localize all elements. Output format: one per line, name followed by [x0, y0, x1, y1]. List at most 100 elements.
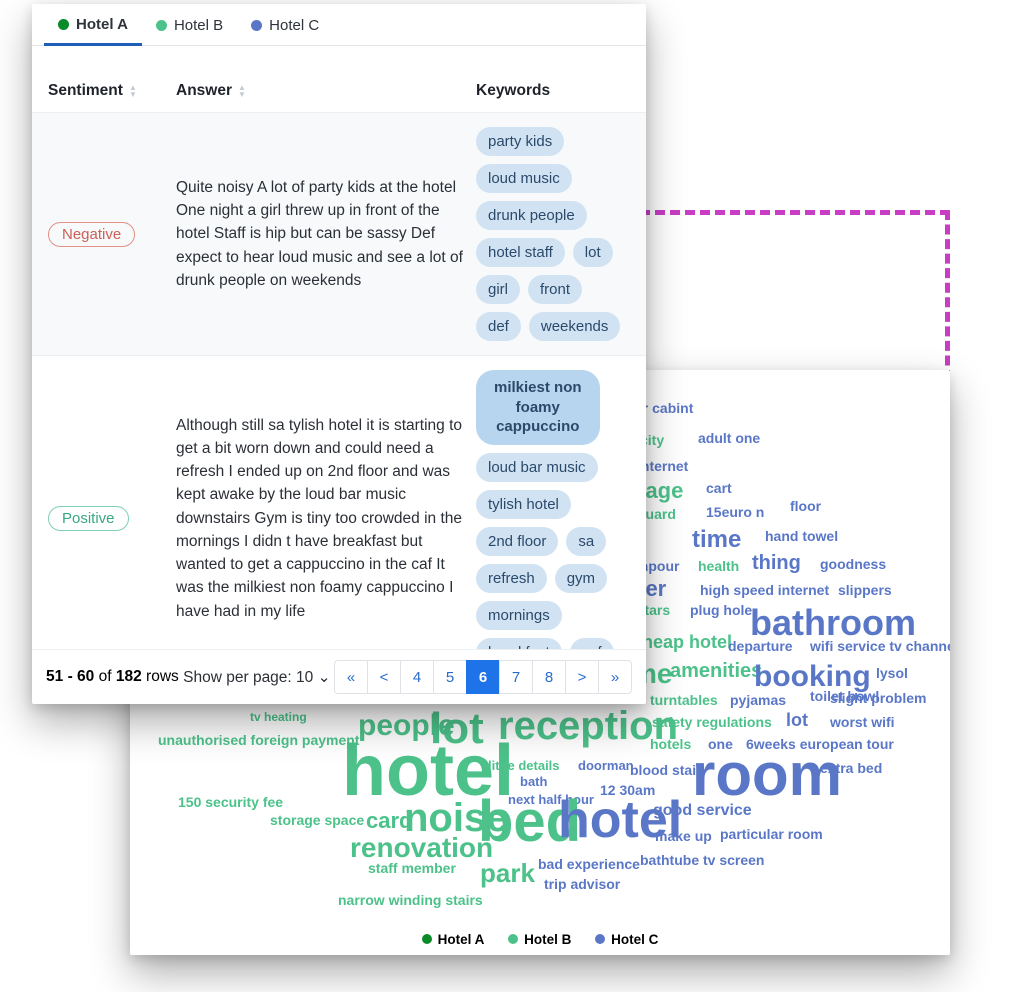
keyword-pill[interactable]: loud music — [476, 164, 572, 193]
cloud-word[interactable]: goodness — [820, 556, 886, 572]
cloud-word[interactable]: storage space — [270, 812, 364, 828]
keyword-pill[interactable]: hotel staff — [476, 238, 565, 267]
cloud-word[interactable]: reception — [498, 704, 678, 749]
keyword-pill[interactable]: milkiest nonfoamycappuccino — [476, 370, 600, 445]
cloud-word[interactable]: doorman — [578, 758, 634, 773]
sort-icon[interactable]: ▲▼ — [129, 84, 137, 98]
cloud-word[interactable]: 150 security fee — [178, 794, 283, 810]
page-button[interactable]: > — [565, 660, 599, 694]
cloud-word[interactable]: adult one — [698, 430, 760, 446]
cloud-word[interactable]: extra bed — [820, 760, 882, 776]
cloud-word[interactable]: plug hole — [690, 602, 752, 618]
sort-icon[interactable]: ▲▼ — [238, 84, 246, 98]
cloud-word[interactable]: health — [698, 558, 739, 574]
page-button[interactable]: < — [367, 660, 401, 694]
page-button[interactable]: » — [598, 660, 632, 694]
row-range: 51 - 60 of 182 rows — [46, 668, 179, 686]
table-footer: 51 - 60 of 182 rows Show per page: 10 ⌄ … — [32, 649, 646, 704]
keyword-pill[interactable]: def — [476, 312, 521, 341]
sentiment-cell: Positive — [48, 370, 176, 649]
cloud-word[interactable]: cart — [706, 480, 732, 496]
page-button[interactable]: 5 — [433, 660, 467, 694]
cloud-word[interactable]: 15euro n — [706, 504, 764, 520]
answer-cell: Quite noisy A lot of party kids at the h… — [176, 127, 476, 341]
cloud-word[interactable]: bath — [520, 774, 547, 789]
cloud-word[interactable]: tv heating — [250, 710, 307, 724]
cloud-word[interactable]: cheap hotel — [632, 632, 732, 653]
per-page-label: Show per page: 10 — [183, 669, 313, 686]
keyword-pill[interactable]: sa — [566, 527, 606, 556]
dashed-connector-horizontal — [640, 210, 950, 215]
legend-dot-icon — [595, 934, 605, 944]
cloud-word[interactable]: wifi service tv channels — [810, 638, 950, 654]
cloud-word[interactable]: bathtube tv screen — [640, 852, 764, 868]
table-rows[interactable]: Negative Quite noisy A lot of party kids … — [32, 113, 646, 649]
keyword-pill[interactable]: breakfast — [476, 638, 562, 650]
cloud-word[interactable]: little details — [488, 758, 560, 773]
cloud-word[interactable]: time — [692, 526, 741, 554]
cloud-word[interactable]: thing — [752, 552, 801, 575]
cloud-word[interactable]: floor — [790, 498, 821, 514]
header-sentiment[interactable]: Sentiment ▲▼ — [48, 82, 176, 100]
tab-hotel-b[interactable]: Hotel B — [142, 4, 237, 45]
cloud-word[interactable]: trip advisor — [544, 876, 620, 892]
keyword-pill[interactable]: gym — [555, 564, 607, 593]
word-cloud-legend: Hotel A Hotel B Hotel C — [130, 932, 950, 948]
range-total: 182 — [116, 668, 142, 685]
header-keywords: Keywords — [476, 82, 630, 100]
page-button[interactable]: 4 — [400, 660, 434, 694]
keyword-pill[interactable]: tylish hotel — [476, 490, 571, 519]
per-page-select[interactable]: Show per page: 10 ⌄ — [183, 668, 330, 687]
tab-hotel-a[interactable]: Hotel A — [44, 4, 142, 46]
page-button[interactable]: 6 — [466, 660, 500, 694]
cloud-word[interactable]: slight problem — [830, 690, 926, 706]
cloud-word[interactable]: high speed internet — [700, 582, 829, 598]
keyword-pill[interactable]: party kids — [476, 127, 564, 156]
legend-hotel-c[interactable]: Hotel C — [595, 932, 658, 947]
cloud-word[interactable]: amenities — [670, 660, 762, 683]
cloud-word[interactable]: bad experience — [538, 856, 640, 872]
sentiment-cell: Negative — [48, 127, 176, 341]
legend-label: Hotel A — [438, 932, 485, 947]
cloud-word[interactable]: particular room — [720, 826, 823, 842]
keyword-pill[interactable]: girl — [476, 275, 520, 304]
page-button[interactable]: 8 — [532, 660, 566, 694]
keyword-pill[interactable]: loud bar music — [476, 453, 598, 482]
keyword-pill[interactable]: weekends — [529, 312, 621, 341]
cloud-word[interactable]: narrow winding stairs — [338, 892, 483, 908]
legend-hotel-a[interactable]: Hotel A — [422, 932, 485, 947]
cloud-word[interactable]: lysol — [876, 665, 908, 681]
cloud-word[interactable]: hand towel — [765, 528, 838, 544]
cloud-word[interactable]: slippers — [838, 582, 892, 598]
keyword-pill[interactable]: drunk people — [476, 201, 587, 230]
legend-dot-icon — [508, 934, 518, 944]
keyword-pill[interactable]: front — [528, 275, 582, 304]
header-label: Keywords — [476, 82, 550, 100]
cloud-word[interactable]: worst wifi — [830, 714, 895, 730]
dashed-connector-vertical — [945, 210, 950, 380]
cloud-word[interactable]: lot — [786, 710, 808, 731]
page-button[interactable]: 7 — [499, 660, 533, 694]
keyword-pill[interactable]: caf — [570, 638, 614, 650]
sentiment-badge: Negative — [48, 222, 135, 247]
header-answer[interactable]: Answer ▲▼ — [176, 82, 476, 100]
cloud-word[interactable]: make up — [655, 828, 712, 844]
keyword-pill[interactable]: 2nd floor — [476, 527, 558, 556]
cloud-word[interactable]: unauthorised foreign payment — [158, 732, 359, 748]
keyword-pill[interactable]: lot — [573, 238, 613, 267]
cloud-word[interactable]: pyjamas — [730, 692, 786, 708]
legend-hotel-b[interactable]: Hotel B — [508, 932, 571, 947]
cloud-word[interactable]: departure — [728, 638, 793, 654]
keywords-cell: milkiest nonfoamycappuccino loud bar musi… — [476, 370, 630, 649]
answer-cell: Although still sa tylish hotel it is sta… — [176, 370, 476, 649]
cloud-word[interactable]: park — [480, 858, 535, 889]
tab-dot-icon — [251, 20, 262, 31]
cloud-word[interactable]: staff member — [368, 860, 456, 876]
keyword-pill[interactable]: mornings — [476, 601, 562, 630]
sentiment-badge: Positive — [48, 506, 129, 531]
table-row: Positive Although still sa tylish hotel i… — [32, 356, 646, 649]
page-button[interactable]: « — [334, 660, 368, 694]
tab-hotel-c[interactable]: Hotel C — [237, 4, 333, 45]
keyword-pill[interactable]: refresh — [476, 564, 547, 593]
cloud-word[interactable]: good service — [653, 802, 752, 820]
